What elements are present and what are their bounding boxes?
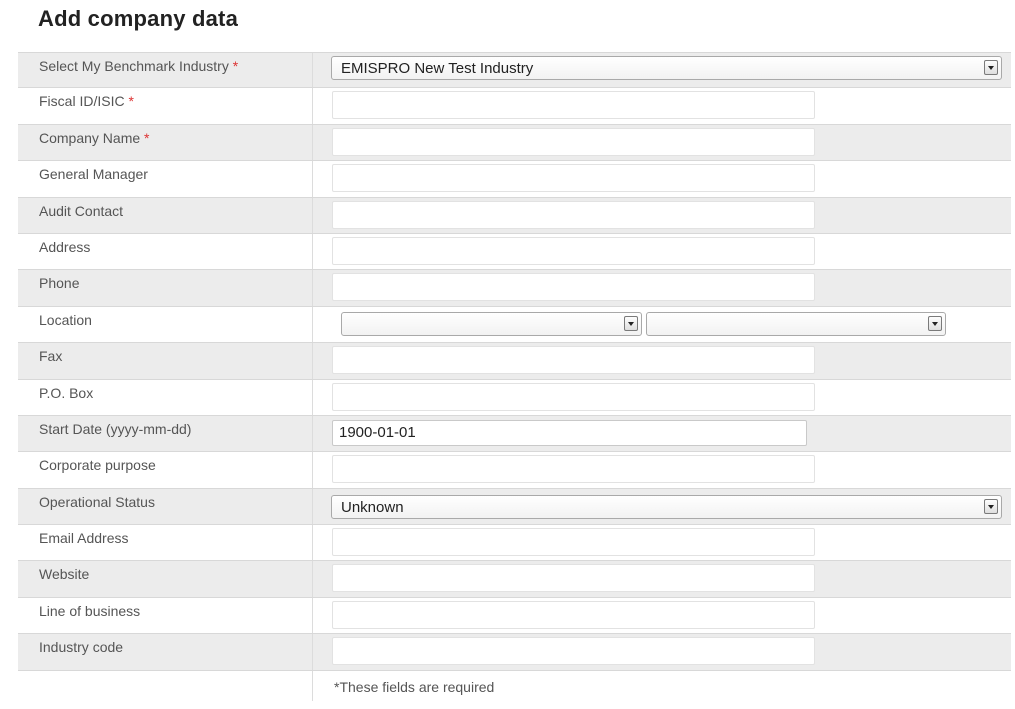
fiscal-id-label: Fiscal ID/ISIC * [39, 93, 134, 110]
benchmark-industry-select[interactable]: EMISPRO New Test Industry [331, 56, 1002, 80]
benchmark-industry-value: EMISPRO New Test Industry [341, 60, 534, 77]
label-cell: Address [18, 233, 313, 270]
company-name-label: Company Name * [39, 129, 150, 146]
industry-code-label: Industry code [39, 639, 124, 656]
phone-label: Phone [39, 275, 80, 292]
start-date-input[interactable] [332, 419, 807, 446]
label-cell: Company Name * [18, 124, 313, 161]
required-marker: * [144, 129, 150, 146]
row-audit-contact: Audit Contact [18, 197, 1011, 234]
label-cell: Start Date (yyyy-mm-dd) [18, 415, 313, 452]
label-cell [18, 670, 313, 701]
label-cell: P.O. Box [18, 379, 313, 415]
label-cell: Corporate purpose [18, 452, 313, 488]
phone-input[interactable] [332, 273, 815, 302]
chevron-down-icon[interactable] [624, 315, 638, 331]
po-box-input[interactable] [332, 382, 815, 411]
operational-status-label: Operational Status [39, 493, 155, 510]
website-input[interactable] [332, 564, 815, 593]
label-cell: Phone [18, 270, 313, 306]
label-cell: Fax [18, 343, 313, 379]
row-fax: Fax [18, 343, 1011, 380]
line-of-business-input[interactable] [332, 600, 815, 629]
corporate-purpose-label: Corporate purpose [39, 457, 156, 474]
operational-status-select[interactable]: Unknown [331, 494, 1002, 519]
operational-status-value: Unknown [341, 498, 404, 516]
email-address-input[interactable] [332, 528, 815, 557]
chevron-down-icon[interactable] [984, 498, 998, 514]
chevron-down-icon[interactable] [928, 315, 942, 331]
email-address-label: Email Address [39, 530, 129, 547]
audit-contact-label: Audit Contact [39, 202, 124, 219]
company-name-input[interactable] [332, 127, 815, 156]
label-cell: Website [18, 561, 313, 597]
po-box-label: P.O. Box [39, 384, 94, 401]
row-start-date: Start Date (yyyy-mm-dd) [18, 415, 1011, 453]
fiscal-id-input[interactable] [332, 91, 815, 120]
required-fields-note: *These fields are required [334, 678, 495, 695]
start-date-label: Start Date (yyyy-mm-dd) [39, 420, 192, 437]
industry-code-input[interactable] [332, 637, 815, 666]
location-label: Location [39, 311, 92, 328]
row-benchmark-industry: Select My Benchmark Industry * EMISPRO N… [18, 52, 1011, 89]
audit-contact-input[interactable] [332, 200, 815, 229]
benchmark-industry-label: Select My Benchmark Industry * [39, 58, 239, 74]
row-operational-status: Operational Status Unknown [18, 488, 1011, 526]
row-location: Location [18, 306, 1011, 344]
required-marker: * [232, 58, 239, 74]
general-manager-label: General Manager [39, 166, 148, 183]
row-phone: Phone [18, 270, 1011, 307]
label-cell: Audit Contact [18, 197, 313, 233]
company-data-form: Select My Benchmark Industry * EMISPRO N… [18, 52, 1011, 701]
label-cell: Location [18, 306, 313, 343]
required-marker: * [128, 93, 134, 110]
line-of-business-label: Line of business [39, 602, 141, 619]
row-general-manager: General Manager [18, 161, 1011, 198]
label-cell: Fiscal ID/ISIC * [18, 88, 313, 124]
row-company-name: Company Name * [18, 124, 1011, 162]
page-title: Add company data [38, 6, 239, 31]
row-email-address: Email Address [18, 525, 1011, 562]
address-label: Address [39, 238, 91, 255]
website-label: Website [39, 566, 90, 583]
row-industry-code: Industry code [18, 634, 1011, 671]
general-manager-input[interactable] [332, 164, 815, 193]
row-fiscal-id: Fiscal ID/ISIC * [18, 88, 1011, 125]
label-cell: Email Address [18, 525, 313, 561]
row-po-box: P.O. Box [18, 379, 1011, 416]
label-cell: Operational Status [18, 488, 313, 525]
corporate-purpose-input[interactable] [332, 455, 815, 484]
location-country-select[interactable] [341, 311, 642, 336]
row-website: Website [18, 561, 1011, 598]
row-required-note: *These fields are required [18, 670, 1011, 701]
location-city-select[interactable] [646, 311, 946, 336]
row-line-of-business: Line of business [18, 597, 1011, 635]
label-cell: Select My Benchmark Industry * [18, 53, 313, 88]
label-cell: Line of business [18, 597, 313, 634]
fax-label: Fax [39, 348, 63, 365]
label-cell: Industry code [18, 634, 313, 670]
chevron-down-icon[interactable] [984, 60, 998, 75]
row-corporate-purpose: Corporate purpose [18, 452, 1011, 489]
address-input[interactable] [332, 236, 815, 265]
label-cell: General Manager [18, 161, 313, 197]
row-address: Address [18, 233, 1011, 271]
fax-input[interactable] [332, 346, 815, 375]
